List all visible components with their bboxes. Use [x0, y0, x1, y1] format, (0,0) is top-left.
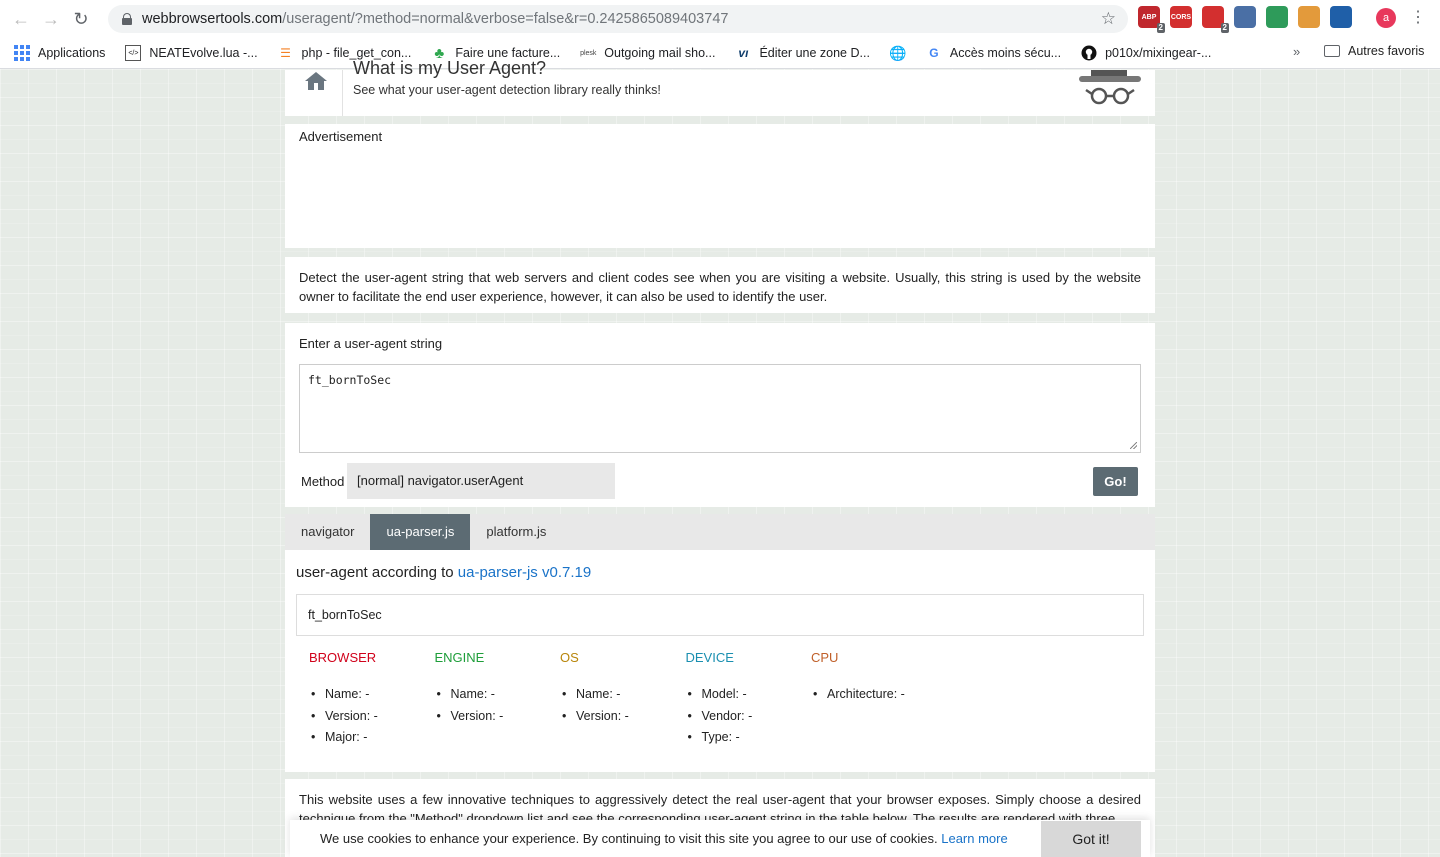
ua-input-label: Enter a user-agent string	[299, 336, 443, 351]
page-subtitle: See what your user-agent detection libra…	[353, 83, 661, 97]
list-item: Architecture: -	[811, 684, 937, 706]
lock-icon	[122, 13, 132, 25]
parsed-ua-string: ft_bornToSec	[296, 594, 1144, 636]
globe-icon[interactable]	[1330, 6, 1352, 28]
list-item: Vendor: -	[686, 706, 812, 728]
apps-grid-icon	[14, 45, 30, 61]
home-icon[interactable]	[305, 72, 327, 90]
google-icon: G	[929, 46, 939, 60]
result-column-cpu: CPU Architecture: -	[811, 650, 937, 749]
bookmark-github[interactable]: p010x/mixingear-...	[1081, 45, 1211, 61]
github-icon	[1081, 45, 1097, 61]
bookmark-applications[interactable]: Applications	[14, 45, 105, 61]
extension-icons: ABP 2 CORS 2	[1138, 6, 1352, 33]
bookmarks-bar: Applications </> NEATEvolve.lua -... ☰ p…	[0, 38, 1440, 69]
result-column-title: BROWSER	[309, 650, 377, 665]
method-select[interactable]: [normal] navigator.userAgent	[347, 463, 615, 499]
bookmark-editer-zone[interactable]: vı Éditer une zone D...	[735, 45, 870, 61]
cookie-message: We use cookies to enhance your experienc…	[320, 831, 1008, 846]
back-arrow-icon[interactable]: ←	[6, 4, 36, 34]
extension-badge: 2	[1220, 23, 1229, 33]
result-column-device: DEVICE Model: -Vendor: -Type: -	[686, 650, 812, 749]
forward-arrow-icon[interactable]: →	[36, 4, 66, 34]
page-title: What is my User Agent?	[353, 58, 547, 78]
globe-icon: 🌐	[889, 44, 907, 61]
ublock-icon[interactable]: 2	[1202, 6, 1229, 33]
list-item: Model: -	[686, 684, 812, 706]
list-item: Major: -	[309, 727, 435, 749]
reload-icon[interactable]: ↻	[66, 4, 96, 34]
list-item: Version: -	[560, 706, 686, 728]
stackoverflow-icon: ☰	[280, 46, 291, 60]
eyedropper-icon[interactable]	[1234, 6, 1256, 28]
list-item: Name: -	[560, 684, 686, 706]
result-column-title: ENGINE	[434, 650, 485, 665]
url-text: webbrowsertools.com/useragent/?method=no…	[142, 11, 729, 27]
result-column-title: CPU	[811, 650, 839, 665]
bookmark-acces-moins-secu[interactable]: G Accès moins sécu...	[926, 45, 1061, 61]
result-list: Name: -Version: -	[435, 684, 561, 727]
list-item: Version: -	[435, 706, 561, 728]
bookmark-star-icon[interactable]: ☆	[1101, 9, 1116, 29]
list-item: Name: -	[435, 684, 561, 706]
result-columns: BROWSERName: -Version: -Major: -ENGINENa…	[309, 650, 937, 749]
bookmark-outgoing-mail[interactable]: plesk Outgoing mail sho...	[580, 45, 715, 61]
library-tabs: navigator ua-parser.js platform.js	[285, 514, 1155, 550]
incognito-spy-icon	[1079, 70, 1141, 105]
recycle-icon[interactable]	[1266, 6, 1288, 28]
list-item: Type: -	[686, 727, 812, 749]
cookie-consent-bar: We use cookies to enhance your experienc…	[290, 820, 1150, 857]
ovh-icon: vı	[738, 46, 749, 60]
intro-text: Detect the user-agent string that web se…	[285, 257, 1155, 313]
result-heading: user-agent according to ua-parser-js v0.…	[296, 564, 592, 581]
result-column-os: OS Name: -Version: -	[560, 650, 686, 749]
bookmarks-overflow-chevron[interactable]: »	[1293, 44, 1300, 59]
go-button[interactable]: Go!	[1093, 467, 1138, 496]
tab-ua-parser[interactable]: ua-parser.js	[370, 514, 471, 550]
code-file-icon: </>	[125, 45, 142, 61]
profile-avatar[interactable]: a	[1376, 8, 1396, 28]
browser-toolbar: ← → ↻ webbrowsertools.com/useragent/?met…	[0, 0, 1440, 38]
result-list: Model: -Vendor: -Type: -	[686, 684, 812, 749]
extension-badge: 2	[1156, 23, 1165, 33]
bookmark-autres-favoris[interactable]: Autres favoris	[1324, 44, 1424, 58]
advertisement-label: Advertisement	[299, 129, 383, 144]
result-column-title: DEVICE	[685, 650, 734, 665]
results-panel: navigator ua-parser.js platform.js user-…	[285, 514, 1155, 772]
menu-kebab-icon[interactable]: ⋮	[1410, 6, 1426, 30]
bookmark-globe[interactable]: 🌐	[889, 44, 914, 61]
cookie-learn-more-link[interactable]: Learn more	[941, 831, 1007, 846]
puzzle-icon[interactable]	[1298, 6, 1320, 28]
result-list: Architecture: -	[811, 684, 937, 706]
ua-form: Enter a user-agent string ft_bornToSec M…	[285, 323, 1155, 507]
ua-textarea[interactable]: ft_bornToSec	[299, 364, 1141, 453]
abp-icon[interactable]: ABP 2	[1138, 6, 1165, 33]
result-column-browser: BROWSER Name: -Version: -Major: -	[309, 650, 435, 749]
bookmark-neatevolve[interactable]: </> NEATEvolve.lua -...	[125, 45, 258, 61]
result-list: Name: -Version: -Major: -	[309, 684, 435, 749]
header-divider	[342, 70, 343, 116]
result-column-engine: ENGINE Name: -Version: -	[435, 650, 561, 749]
cookie-accept-button[interactable]: Got it!	[1041, 821, 1141, 857]
tab-navigator[interactable]: navigator	[285, 514, 370, 550]
list-item: Name: -	[309, 684, 435, 706]
site-header: What is my User Agent? See what your use…	[285, 58, 1155, 116]
advertisement-block: Advertisement	[285, 124, 1155, 248]
folder-icon	[1324, 45, 1340, 57]
ua-parser-link[interactable]: ua-parser-js v0.7.19	[458, 564, 591, 581]
method-label: Method	[301, 474, 345, 489]
address-bar[interactable]: webbrowsertools.com/useragent/?method=no…	[108, 5, 1128, 33]
plesk-icon: plesk	[580, 49, 597, 57]
ua-textarea-value: ft_bornToSec	[308, 373, 392, 387]
resize-grip-icon[interactable]	[1130, 442, 1137, 449]
result-list: Name: -Version: -	[560, 684, 686, 727]
cors-icon[interactable]: CORS	[1170, 6, 1192, 28]
tab-platform[interactable]: platform.js	[470, 514, 562, 550]
list-item: Version: -	[309, 706, 435, 728]
result-column-title: OS	[560, 650, 579, 665]
